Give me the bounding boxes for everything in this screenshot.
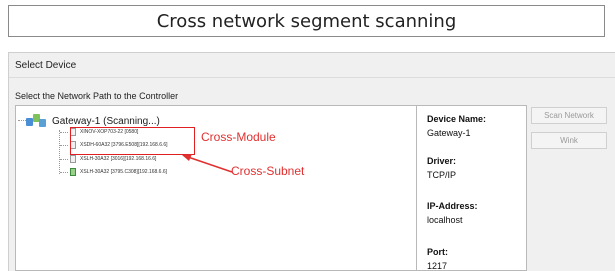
device-name-label: Device Name: — [427, 114, 487, 124]
ip-address-value: localhost — [427, 215, 463, 225]
device-name-value: Gateway-1 — [427, 128, 471, 138]
scan-network-button[interactable]: Scan Network — [531, 107, 607, 124]
driver-value: TCP/IP — [427, 170, 457, 180]
tree-item-label: XSLH-30A32 [3795.C308][192.168.6.6] — [80, 169, 168, 175]
select-device-window: Select Device Select the Network Path to… — [8, 52, 615, 271]
wink-button[interactable]: Wink — [531, 132, 607, 149]
network-gateway-icon — [26, 114, 48, 128]
tree-root-label: Gateway-1 (Scanning...) — [52, 115, 160, 127]
page-title: Cross network segment scanning — [8, 5, 605, 37]
tree-item-label: XSLH-30A32 [3016][192.168.16.6] — [80, 156, 157, 162]
device-info-panel: Device Name: Gateway-1 Driver: TCP/IP IP… — [417, 105, 527, 271]
title-divider — [9, 77, 615, 78]
tree-item[interactable]: XSLH-30A32 [3016][192.168.16.6] — [60, 155, 156, 163]
red-arrow — [182, 154, 233, 173]
tree-root-gateway[interactable]: Gateway-1 (Scanning...) — [26, 114, 160, 128]
cross-module-annotation: Cross-Module — [201, 130, 276, 144]
network-path-label: Select the Network Path to the Controlle… — [15, 91, 179, 101]
port-label: Port: — [427, 247, 448, 257]
device-icon — [70, 155, 76, 163]
cross-subnet-annotation: Cross-Subnet — [231, 164, 305, 178]
driver-label: Driver: — [427, 156, 457, 166]
window-title: Select Device — [15, 60, 77, 71]
cross-module-highlight — [70, 127, 195, 155]
ip-address-label: IP-Address: — [427, 201, 478, 211]
network-tree: Gateway-1 (Scanning...) XINOV-XOP703-22 … — [15, 105, 417, 271]
tree-item[interactable]: XSLH-30A32 [3795.C308][192.168.6.6] — [60, 168, 167, 176]
device-icon — [70, 168, 76, 176]
